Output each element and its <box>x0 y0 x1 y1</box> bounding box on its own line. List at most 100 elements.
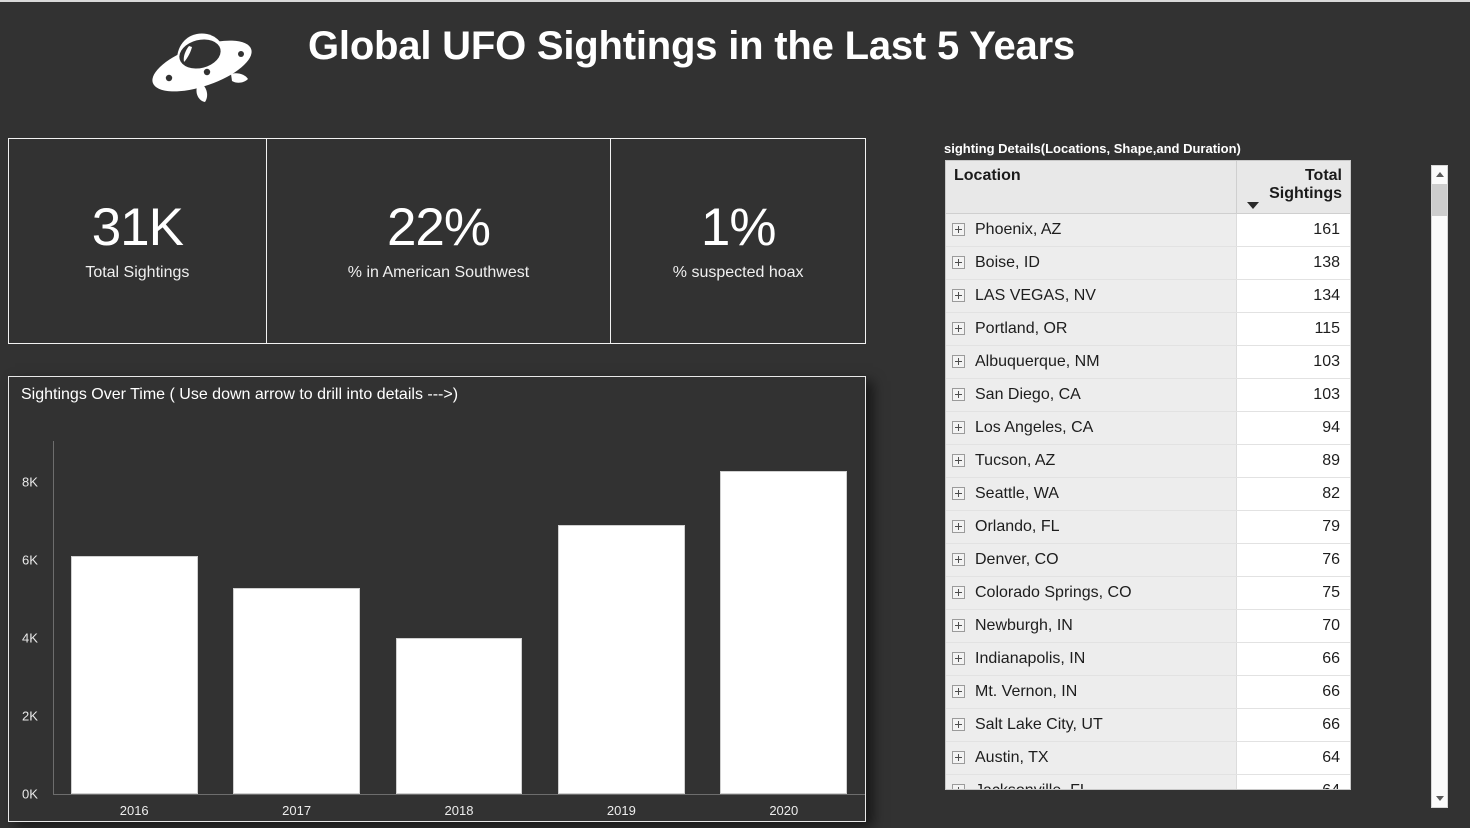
kpi-card-suspected-hoax[interactable]: 1% % suspected hoax <box>610 139 865 343</box>
plus-box-icon[interactable] <box>952 289 965 303</box>
table-row[interactable]: Newburgh, IN 70 <box>946 609 1350 643</box>
location-label: Seattle, WA <box>975 484 1059 502</box>
plus-box-icon[interactable] <box>952 751 965 765</box>
plus-box-icon[interactable] <box>952 520 965 534</box>
table-row[interactable]: Boise, ID 138 <box>946 246 1350 280</box>
table-row[interactable]: Albuquerque, NM 103 <box>946 345 1350 379</box>
cell-total-sightings: 79 <box>1236 510 1350 544</box>
table-row[interactable]: Salt Lake City, UT 66 <box>946 708 1350 742</box>
plus-box-icon[interactable] <box>952 355 965 369</box>
x-axis-tick-label: 2020 <box>769 803 799 818</box>
cell-total-sightings: 134 <box>1236 279 1350 313</box>
chart-bar[interactable] <box>233 587 360 794</box>
cell-location: Denver, CO <box>946 543 1237 577</box>
plus-box-icon[interactable] <box>952 784 965 789</box>
table-row[interactable]: Austin, TX 64 <box>946 741 1350 775</box>
chart-bar[interactable] <box>70 556 198 794</box>
table-row[interactable]: LAS VEGAS, NV 134 <box>946 279 1350 313</box>
chart-bar[interactable] <box>395 638 523 794</box>
chevron-up-icon[interactable] <box>1432 166 1447 183</box>
chevron-down-icon[interactable] <box>1432 790 1447 807</box>
cell-total-sightings: 76 <box>1236 543 1350 577</box>
column-header-location[interactable]: Location <box>946 161 1237 214</box>
chart-bar[interactable] <box>558 525 685 794</box>
table-caption: sighting Details(Locations, Shape,and Du… <box>944 141 1241 156</box>
table-row[interactable]: Colorado Springs, CO 75 <box>946 576 1350 610</box>
plus-box-icon[interactable] <box>952 421 965 435</box>
kpi-label: Total Sightings <box>85 263 190 281</box>
cell-total-sightings: 66 <box>1236 708 1350 742</box>
cell-total-sightings: 94 <box>1236 411 1350 445</box>
plus-box-icon[interactable] <box>952 223 965 237</box>
chart-bar[interactable] <box>720 470 848 794</box>
column-header-total-sightings[interactable]: Total Sightings <box>1236 161 1350 214</box>
table-row[interactable]: Orlando, FL 79 <box>946 510 1350 544</box>
table-row[interactable]: Los Angeles, CA 94 <box>946 411 1350 445</box>
cell-total-sightings: 64 <box>1236 741 1350 775</box>
cell-total-sightings: 103 <box>1236 378 1350 412</box>
kpi-value: 31K <box>91 197 184 257</box>
table-body: Phoenix, AZ 161 Boise, ID 138 LAS VEGAS, NV 1… <box>946 213 1350 789</box>
table-row[interactable]: Indianapolis, IN 66 <box>946 642 1350 676</box>
cell-location: San Diego, CA <box>946 378 1237 412</box>
kpi-label: % in American Southwest <box>347 263 530 281</box>
plus-box-icon[interactable] <box>952 553 965 567</box>
y-axis-tick-label: 6K <box>22 552 38 568</box>
table-row[interactable]: Seattle, WA 82 <box>946 477 1350 511</box>
x-axis-line <box>53 794 865 795</box>
location-label: Tucson, AZ <box>975 451 1056 469</box>
location-label: Boise, ID <box>975 253 1040 271</box>
page-title: Global UFO Sightings in the Last 5 Years <box>308 24 1075 68</box>
location-label: Colorado Springs, CO <box>975 583 1132 601</box>
table-row[interactable]: Denver, CO 76 <box>946 543 1350 577</box>
plus-box-icon[interactable] <box>952 454 965 468</box>
cell-total-sightings: 89 <box>1236 444 1350 478</box>
kpi-value: 1% <box>700 197 777 257</box>
plus-box-icon[interactable] <box>952 256 965 270</box>
table-row[interactable]: San Diego, CA 103 <box>946 378 1350 412</box>
kpi-card-row: 31K Total Sightings 22% % in American So… <box>8 138 866 344</box>
plus-box-icon[interactable] <box>952 487 965 501</box>
cell-location: Tucson, AZ <box>946 444 1237 478</box>
location-label: San Diego, CA <box>975 385 1081 403</box>
x-axis-tick-label: 2016 <box>119 803 149 818</box>
table-row[interactable]: Phoenix, AZ 161 <box>946 213 1350 247</box>
table-header-row: Location Total Sightings <box>946 161 1350 214</box>
cell-location: Colorado Springs, CO <box>946 576 1237 610</box>
table-vertical-scrollbar[interactable] <box>1431 165 1448 808</box>
plus-box-icon[interactable] <box>952 718 965 732</box>
table-row[interactable]: Tucson, AZ 89 <box>946 444 1350 478</box>
scrollbar-thumb[interactable] <box>1432 184 1447 216</box>
table-row[interactable]: Portland, OR 115 <box>946 312 1350 346</box>
location-label: Phoenix, AZ <box>975 220 1062 238</box>
dashboard-header: Global UFO Sightings in the Last 5 Years <box>0 4 1470 122</box>
plus-box-icon[interactable] <box>952 586 965 600</box>
y-axis-tick-label: 4K <box>22 630 38 646</box>
plus-box-icon[interactable] <box>952 685 965 699</box>
sightings-over-time-chart[interactable]: Sightings Over Time ( Use down arrow to … <box>8 376 866 822</box>
sort-descending-icon <box>1247 202 1259 209</box>
location-label: Salt Lake City, UT <box>975 715 1103 733</box>
kpi-card-american-southwest[interactable]: 22% % in American Southwest <box>265 139 611 343</box>
cell-location: Albuquerque, NM <box>946 345 1237 379</box>
kpi-value: 22% <box>386 197 491 257</box>
sighting-details-table[interactable]: Location Total Sightings Phoenix, AZ 161 B… <box>945 160 1351 790</box>
plus-box-icon[interactable] <box>952 322 965 336</box>
cell-location: Austin, TX <box>946 741 1237 775</box>
kpi-label: % suspected hoax <box>672 263 804 281</box>
plus-box-icon[interactable] <box>952 652 965 666</box>
table-row[interactable]: Mt. Vernon, IN 66 <box>946 675 1350 709</box>
column-header-label: Total Sightings <box>1269 167 1342 202</box>
y-axis-tick-label: 8K <box>22 474 38 490</box>
kpi-card-total-sightings[interactable]: 31K Total Sightings <box>9 139 266 343</box>
cell-total-sightings: 103 <box>1236 345 1350 379</box>
table-row[interactable]: Jacksonville, FL 64 <box>946 774 1350 789</box>
y-axis-line <box>53 441 54 794</box>
cell-total-sightings: 138 <box>1236 246 1350 280</box>
plus-box-icon[interactable] <box>952 619 965 633</box>
cell-total-sightings: 161 <box>1236 213 1350 247</box>
location-label: Denver, CO <box>975 550 1059 568</box>
plus-box-icon[interactable] <box>952 388 965 402</box>
cell-total-sightings: 70 <box>1236 609 1350 643</box>
location-label: LAS VEGAS, NV <box>975 286 1096 304</box>
